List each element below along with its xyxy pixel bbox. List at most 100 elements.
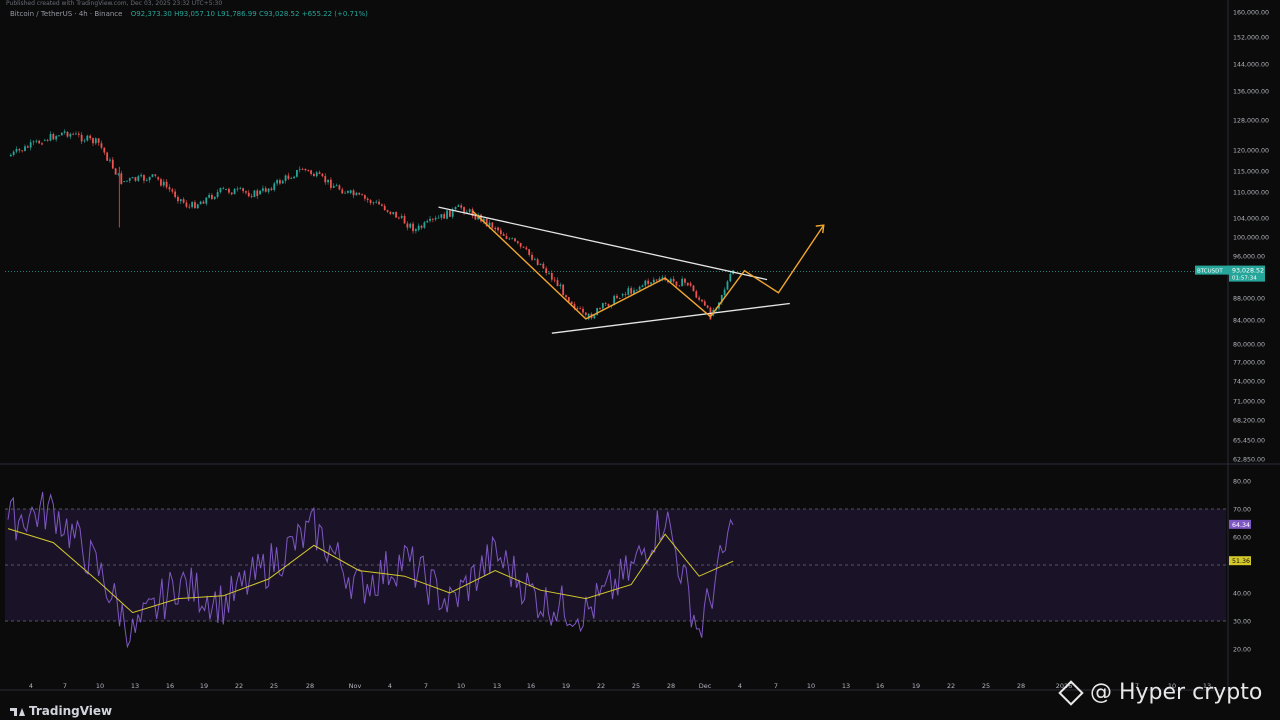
candle-body [171, 189, 174, 192]
time-axis-label: 28 [306, 682, 314, 690]
candle-body [205, 197, 208, 204]
candle-body [533, 259, 536, 261]
candle-body [650, 282, 652, 284]
price-tick-label: 68,200.00 [1233, 418, 1265, 425]
rsi-tick-label: 20.00 [1233, 647, 1251, 654]
time-axis-label: 10 [96, 682, 104, 690]
time-axis-label: 13 [493, 682, 501, 690]
candle-body [279, 180, 281, 184]
candle-body [188, 206, 191, 208]
candle-body [361, 194, 363, 196]
candle-body [168, 187, 171, 190]
candle-body [570, 301, 573, 305]
candle-body [440, 214, 443, 218]
candle-body [199, 201, 202, 205]
watermark: @ Hyper crypto [1058, 679, 1262, 706]
publish-info: Published created with TradingView.com, … [6, 0, 223, 7]
candle-body [624, 294, 627, 295]
time-axis-label: Dec [699, 682, 712, 690]
candle-body [528, 249, 531, 255]
candle-body [726, 281, 729, 290]
price-tick-label: 115,000.00 [1233, 169, 1269, 176]
close-value: C93,028.52 [258, 10, 300, 18]
candle-body [635, 289, 638, 291]
price-tick-label: 77,000.00 [1233, 360, 1265, 367]
candle-body [437, 217, 440, 219]
candle-body [372, 202, 375, 204]
candle-body [191, 202, 194, 208]
candle-body [584, 312, 587, 315]
tradingview-icon [10, 706, 25, 716]
candle-body [58, 135, 60, 137]
price-tick-label: 71,000.00 [1233, 399, 1265, 406]
candle-body [9, 154, 12, 157]
candle-body [307, 170, 310, 171]
candle-body [457, 205, 460, 207]
candle-body [703, 301, 706, 306]
candle-body [24, 146, 26, 152]
time-axis-label: 25 [632, 682, 640, 690]
rsi-band [5, 509, 1226, 621]
candle-body [270, 188, 273, 190]
symbol-name[interactable]: Bitcoin / TetherUS · 4h · Binance [10, 10, 122, 18]
time-axis-label: 19 [200, 682, 208, 690]
candle-body [607, 304, 610, 307]
chart-canvas[interactable]: 160,000.00 152,000.00 144,000.00 136,000.00… [0, 0, 1280, 720]
candle-body [66, 132, 69, 137]
candle-body [211, 194, 213, 199]
candle-body [604, 303, 607, 305]
candle-body [349, 190, 352, 193]
time-axis-label: 13 [131, 682, 139, 690]
time-axis-label: 4 [388, 682, 392, 690]
candle-body [601, 303, 604, 309]
candle-body [174, 191, 177, 198]
candle-body [423, 222, 426, 228]
candle-body [327, 179, 329, 183]
candle-body [55, 136, 58, 140]
candle-body [38, 140, 41, 144]
tradingview-logo[interactable]: TradingView [10, 704, 112, 718]
candle-body [366, 198, 369, 201]
candle-body [284, 175, 287, 181]
candle-body [43, 139, 46, 141]
candle-body [267, 188, 270, 192]
candle-body [52, 134, 55, 140]
time-axis-label: 16 [876, 682, 884, 690]
candle-body [94, 138, 97, 144]
candle-body [264, 188, 267, 192]
price-tick-label: 104,000.00 [1233, 216, 1269, 223]
rsi-tick-label: 30.00 [1233, 619, 1251, 626]
price-tick-label: 110,000.00 [1233, 190, 1269, 197]
candle-body [553, 279, 556, 281]
candle-body [245, 191, 247, 193]
candle-body [579, 308, 582, 310]
candle-body [109, 159, 111, 161]
price-tick-label: 80,000.00 [1233, 342, 1265, 349]
candle-body [15, 149, 18, 152]
candle-body [262, 188, 264, 191]
candle-body [380, 204, 383, 206]
candle-body [465, 211, 468, 213]
candle-body [491, 222, 494, 228]
candle-body [151, 174, 154, 177]
price-tag-value: 93,028.52 [1232, 267, 1264, 274]
time-axis-label: 19 [562, 682, 570, 690]
price-tick-label: 120,000.00 [1233, 148, 1269, 155]
price-candles [9, 129, 735, 321]
candle-body [145, 180, 148, 181]
rsi-ma-value-text: 51.36 [1232, 558, 1250, 565]
candle-body [216, 192, 219, 197]
change-value: +655.22 (+0.71%) [301, 10, 368, 18]
candle-body [219, 188, 222, 193]
candle-body [565, 295, 567, 298]
candle-body [448, 210, 451, 217]
candle-body [29, 142, 32, 148]
candle-body [148, 176, 151, 181]
candle-body [397, 217, 400, 219]
candle-body [69, 133, 72, 137]
candle-body [134, 177, 137, 181]
time-axis-label: 28 [667, 682, 675, 690]
candle-body [332, 185, 335, 188]
candle-body [131, 177, 134, 179]
candle-body [77, 133, 80, 135]
